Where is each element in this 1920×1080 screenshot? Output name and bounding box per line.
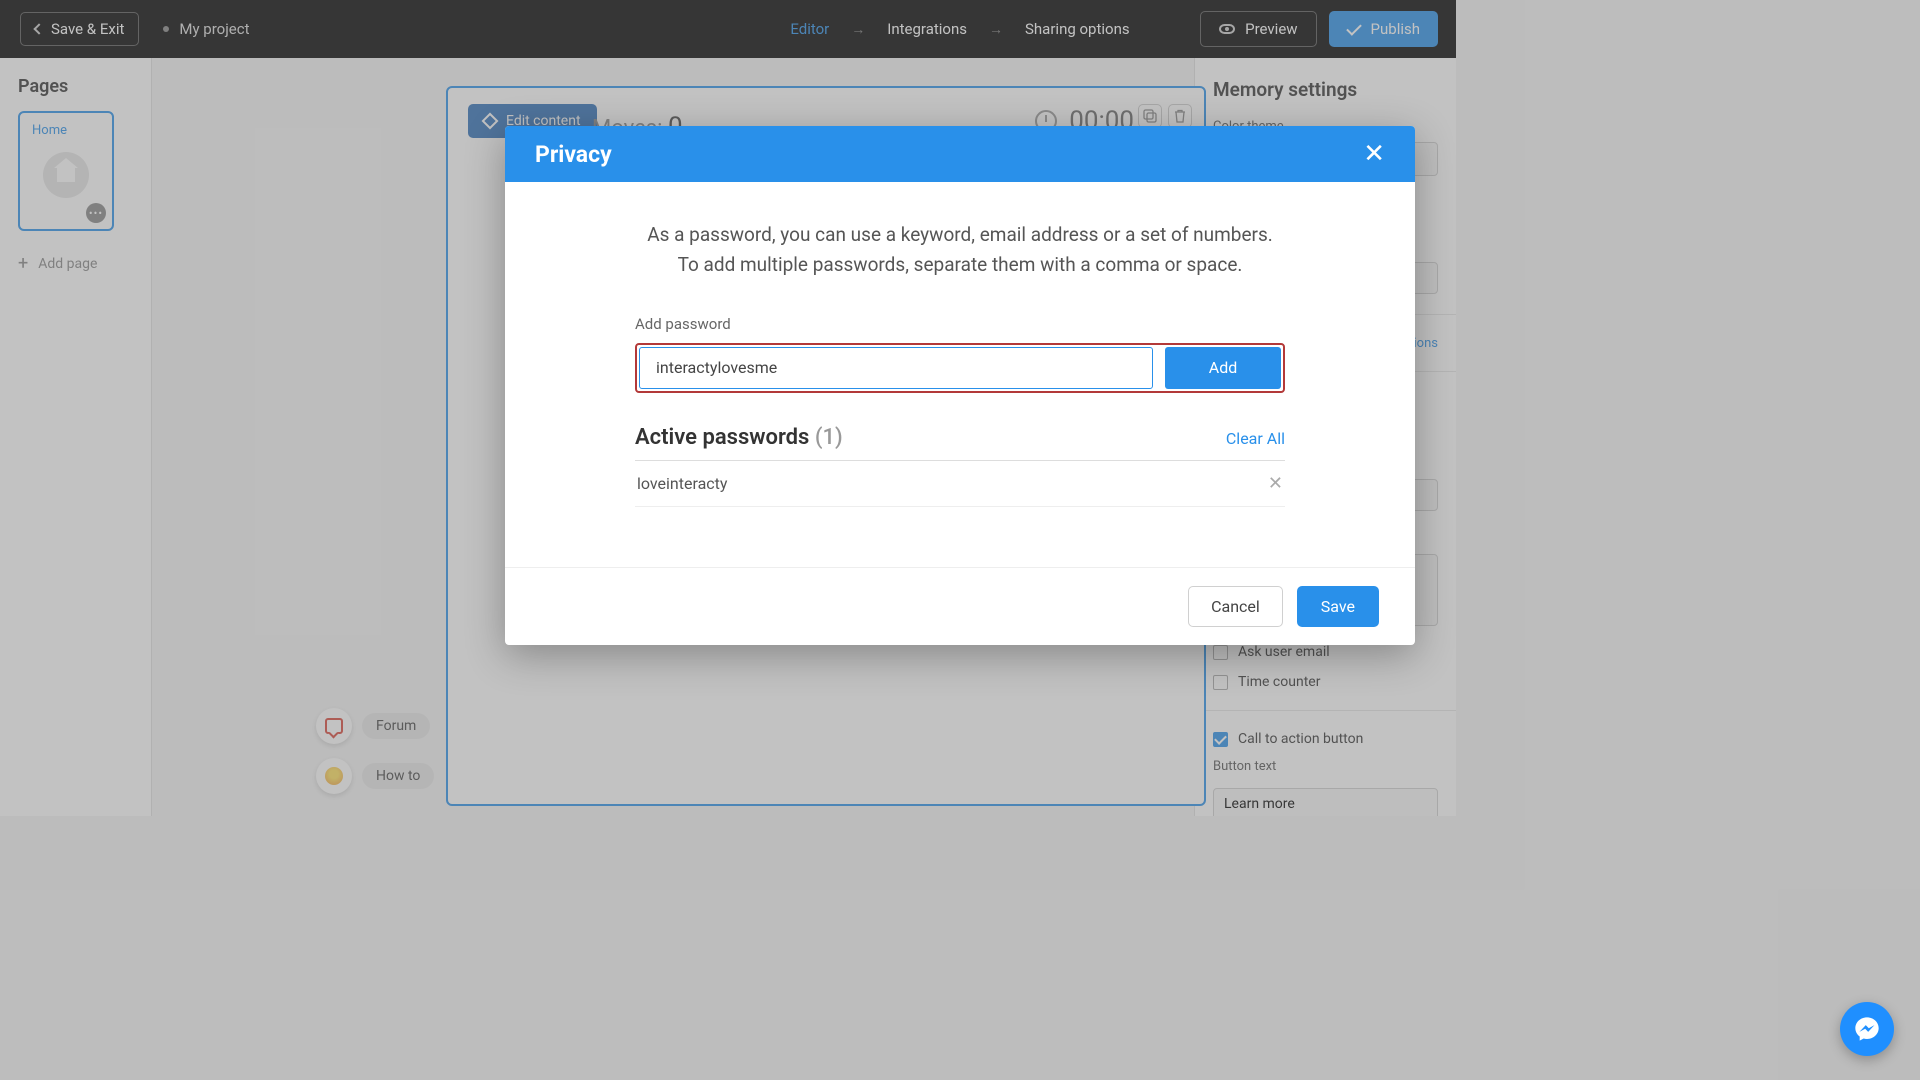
modal-description: As a password, you can use a keyword, em… — [635, 220, 1285, 281]
messenger-icon — [1853, 1015, 1881, 1043]
add-button[interactable]: Add — [1165, 347, 1281, 389]
privacy-modal: Privacy ✕ As a password, you can use a k… — [505, 126, 1415, 645]
password-input[interactable] — [639, 347, 1153, 389]
clear-all-button[interactable]: Clear All — [1226, 429, 1285, 448]
save-button[interactable]: Save — [1297, 586, 1379, 627]
close-button[interactable]: ✕ — [1363, 139, 1385, 169]
password-value: loveinteracty — [637, 474, 727, 493]
modal-title: Privacy — [535, 141, 612, 168]
cancel-button[interactable]: Cancel — [1188, 586, 1283, 627]
password-input-group: Add — [635, 343, 1285, 393]
modal-overlay: Privacy ✕ As a password, you can use a k… — [0, 0, 1920, 1080]
active-passwords-heading: Active passwords (1) — [635, 425, 843, 450]
remove-password-button[interactable]: ✕ — [1268, 473, 1283, 494]
messenger-button[interactable] — [1840, 1002, 1894, 1056]
add-password-label: Add password — [635, 315, 1285, 333]
password-item: loveinteracty ✕ — [635, 461, 1285, 507]
